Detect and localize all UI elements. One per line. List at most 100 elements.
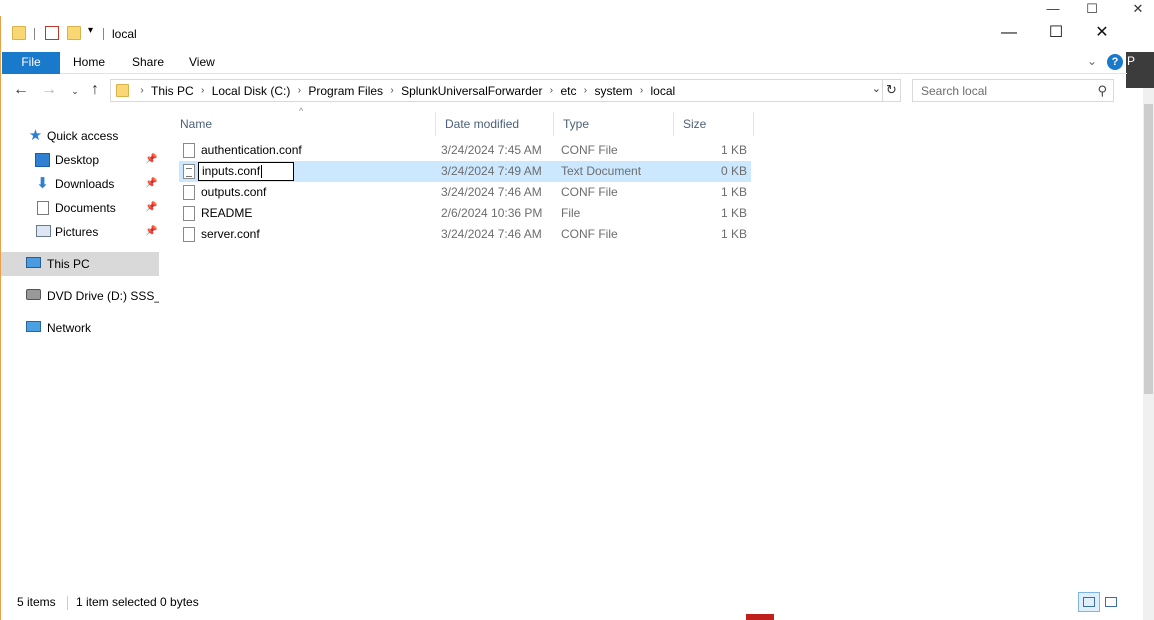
table-row[interactable]: authentication.conf 3/24/2024 7:45 AM CO… bbox=[179, 140, 751, 161]
file-name: server.conf bbox=[201, 227, 260, 241]
chevron-right-icon[interactable]: › bbox=[133, 85, 151, 96]
address-folder-icon bbox=[116, 84, 129, 97]
chevron-right-icon[interactable]: › bbox=[383, 85, 401, 96]
file-name: authentication.conf bbox=[201, 143, 302, 157]
column-header-type[interactable]: Type bbox=[554, 112, 674, 136]
recent-locations-icon[interactable]: ⌄ bbox=[65, 82, 85, 102]
rename-input[interactable]: inputs.conf bbox=[198, 162, 294, 181]
file-icon bbox=[183, 143, 195, 158]
sidebar-item-quick-access[interactable]: ★ Quick access bbox=[1, 124, 159, 148]
background-window-strip: P bbox=[1126, 52, 1154, 88]
title-bar: ▾ local — ☐ ✕ bbox=[1, 16, 1127, 52]
refresh-button[interactable]: ↻ bbox=[883, 79, 901, 102]
properties-icon[interactable] bbox=[45, 26, 59, 40]
sidebar-item-label: Quick access bbox=[47, 129, 119, 143]
breadcrumb-program-files[interactable]: Program Files bbox=[308, 84, 383, 98]
tab-view[interactable]: View bbox=[189, 52, 215, 74]
search-input[interactable]: Search local ⚲ bbox=[912, 79, 1114, 102]
dvd-drive-icon bbox=[26, 289, 41, 300]
file-size: 1 KB bbox=[720, 206, 747, 220]
pin-icon[interactable]: 📌 bbox=[145, 220, 157, 244]
status-bar: 5 items 1 item selected 0 bytes bbox=[1, 590, 1127, 614]
background-scroll-thumb[interactable] bbox=[1144, 104, 1153, 394]
breadcrumb-local[interactable]: local bbox=[650, 84, 675, 98]
search-icon: ⚲ bbox=[1097, 83, 1107, 98]
address-bar[interactable]: › This PC › Local Disk (C:) › Program Fi… bbox=[110, 79, 883, 102]
pin-icon[interactable]: 📌 bbox=[145, 196, 157, 220]
sidebar-item-desktop[interactable]: Desktop 📌 bbox=[1, 148, 159, 172]
file-size: 1 KB bbox=[720, 185, 747, 199]
details-view-button[interactable] bbox=[1078, 592, 1100, 612]
address-dropdown-icon[interactable]: ⌄ bbox=[872, 82, 881, 95]
file-date: 3/24/2024 7:45 AM bbox=[441, 143, 542, 157]
new-folder-icon[interactable] bbox=[67, 26, 81, 40]
large-icons-view-button[interactable] bbox=[1100, 592, 1122, 612]
file-list: ^ Name Date modified Type Size authentic… bbox=[171, 106, 771, 586]
minimize-button[interactable]: — bbox=[986, 22, 1032, 46]
chevron-right-icon[interactable]: › bbox=[576, 85, 594, 96]
item-count: 5 items bbox=[17, 595, 56, 609]
ribbon-expand-icon[interactable]: ⌄ bbox=[1087, 54, 1097, 68]
tab-share[interactable]: Share bbox=[132, 52, 164, 74]
breadcrumb-splunk[interactable]: SplunkUniversalForwarder bbox=[401, 84, 542, 98]
sidebar-item-dvd-drive[interactable]: DVD Drive (D:) SSS_X6 bbox=[1, 284, 159, 308]
text-file-icon bbox=[183, 164, 195, 179]
close-button[interactable]: ✕ bbox=[1079, 22, 1125, 46]
chevron-right-icon[interactable]: › bbox=[542, 85, 560, 96]
table-row[interactable]: server.conf 3/24/2024 7:46 AM CONF File … bbox=[179, 224, 751, 245]
sidebar-item-downloads[interactable]: ⬇ Downloads 📌 bbox=[1, 172, 159, 196]
qat-separator bbox=[34, 28, 35, 40]
sidebar-item-documents[interactable]: Documents 📌 bbox=[1, 196, 159, 220]
table-row[interactable]: README 2/6/2024 10:36 PM File 1 KB bbox=[179, 203, 751, 224]
chevron-right-icon[interactable]: › bbox=[632, 85, 650, 96]
qat-dropdown-icon[interactable]: ▾ bbox=[88, 25, 93, 36]
selection-info: 1 item selected 0 bytes bbox=[76, 595, 199, 609]
up-button[interactable]: ↑ bbox=[85, 81, 105, 101]
sidebar-item-label: Desktop bbox=[55, 153, 100, 167]
back-button[interactable]: ← bbox=[11, 81, 31, 101]
desktop-icon bbox=[35, 153, 50, 167]
sidebar-item-label: DVD Drive (D:) SSS_X6 bbox=[47, 289, 159, 303]
window-title: local bbox=[112, 27, 137, 41]
pictures-icon bbox=[36, 225, 51, 237]
sidebar-item-pictures[interactable]: Pictures 📌 bbox=[1, 220, 159, 244]
taskbar-app-icon[interactable] bbox=[746, 614, 774, 620]
help-icon[interactable]: ? bbox=[1107, 54, 1123, 70]
ribbon-tabs: File Home Share View ⌄ bbox=[1, 52, 1127, 74]
navigation-pane: ★ Quick access Desktop 📌 ⬇ Downloads 📌 D… bbox=[1, 120, 161, 590]
file-icon bbox=[183, 185, 195, 200]
breadcrumb-local-disk[interactable]: Local Disk (C:) bbox=[212, 84, 291, 98]
large-icons-view-icon bbox=[1105, 597, 1117, 607]
file-date: 3/24/2024 7:49 AM bbox=[441, 164, 542, 178]
forward-button[interactable]: → bbox=[39, 81, 59, 101]
sidebar-item-network[interactable]: Network bbox=[1, 316, 159, 340]
column-header-name[interactable]: Name bbox=[171, 112, 436, 136]
table-row-selected[interactable]: inputs.conf 3/24/2024 7:49 AM Text Docum… bbox=[179, 161, 751, 182]
breadcrumb-this-pc[interactable]: This PC bbox=[151, 84, 194, 98]
computer-icon bbox=[26, 257, 41, 268]
pin-icon[interactable]: 📌 bbox=[145, 172, 157, 196]
background-strip-text: P bbox=[1127, 54, 1136, 68]
table-row[interactable]: outputs.conf 3/24/2024 7:46 AM CONF File… bbox=[179, 182, 751, 203]
maximize-button[interactable]: ☐ bbox=[1033, 22, 1079, 46]
star-icon: ★ bbox=[28, 127, 43, 144]
sidebar-item-label: This PC bbox=[47, 257, 90, 271]
column-header-size[interactable]: Size bbox=[674, 112, 754, 136]
file-type: CONF File bbox=[561, 143, 618, 157]
sidebar-item-this-pc[interactable]: This PC bbox=[1, 252, 159, 276]
background-close-icon[interactable]: ✕ bbox=[1128, 0, 1148, 20]
breadcrumb-etc[interactable]: etc bbox=[560, 84, 576, 98]
rename-input-value: inputs.conf bbox=[202, 164, 261, 178]
file-date: 3/24/2024 7:46 AM bbox=[441, 185, 542, 199]
tab-home[interactable]: Home bbox=[73, 52, 105, 74]
breadcrumb-system[interactable]: system bbox=[594, 84, 632, 98]
file-size: 1 KB bbox=[720, 227, 747, 241]
chevron-right-icon[interactable]: › bbox=[290, 85, 308, 96]
file-type: Text Document bbox=[561, 164, 642, 178]
file-type: CONF File bbox=[561, 185, 618, 199]
chevron-right-icon[interactable]: › bbox=[194, 85, 212, 96]
tab-file[interactable]: File bbox=[2, 52, 60, 74]
column-header-date[interactable]: Date modified bbox=[436, 112, 554, 136]
pin-icon[interactable]: 📌 bbox=[145, 148, 157, 172]
download-icon: ⬇ bbox=[36, 175, 49, 192]
